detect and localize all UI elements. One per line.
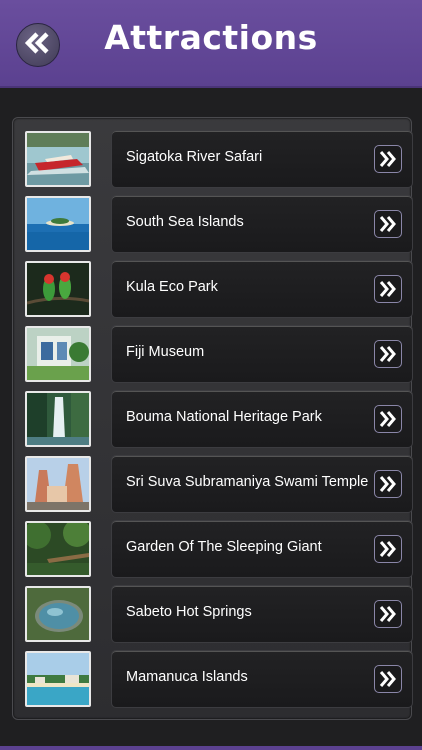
list-item[interactable]: Sabeto Hot Springs	[25, 585, 413, 643]
attraction-button[interactable]: Bouma National Heritage Park	[111, 390, 413, 448]
double-chevron-right-icon[interactable]	[374, 535, 402, 563]
attraction-button[interactable]: South Sea Islands	[111, 195, 413, 253]
double-chevron-right-icon[interactable]	[374, 470, 402, 498]
double-chevron-right-icon[interactable]	[374, 665, 402, 693]
thumbnail-parrots	[25, 261, 91, 317]
attraction-button[interactable]: Sigatoka River Safari	[111, 130, 413, 188]
attractions-list: Sigatoka River Safari South Sea Islands	[12, 117, 413, 720]
attraction-button[interactable]: Fiji Museum	[111, 325, 413, 383]
list-item[interactable]: Kula Eco Park	[25, 260, 413, 318]
bottom-accent-bar	[0, 746, 422, 750]
double-chevron-right-icon[interactable]	[374, 600, 402, 628]
list-item[interactable]: Fiji Museum	[25, 325, 413, 383]
double-chevron-right-icon[interactable]	[374, 275, 402, 303]
thumbnail-waterfall	[25, 391, 91, 447]
attraction-button[interactable]: Garden Of The Sleeping Giant	[111, 520, 413, 578]
list-item[interactable]: Sri Suva Subramaniya Swami Temple	[25, 455, 413, 513]
list-item[interactable]: Garden Of The Sleeping Giant	[25, 520, 413, 578]
attraction-button[interactable]: Sabeto Hot Springs	[111, 585, 413, 643]
attraction-button[interactable]: Kula Eco Park	[111, 260, 413, 318]
attraction-button[interactable]: Sri Suva Subramaniya Swami Temple	[111, 455, 413, 513]
double-chevron-right-icon[interactable]	[374, 340, 402, 368]
attraction-button[interactable]: Mamanuca Islands	[111, 650, 413, 708]
page-title: Attractions	[104, 18, 318, 57]
thumbnail-garden	[25, 521, 91, 577]
header-bar: Attractions	[0, 0, 422, 88]
thumbnail-temple	[25, 456, 91, 512]
thumbnail-hot-spring	[25, 586, 91, 642]
list-item[interactable]: South Sea Islands	[25, 195, 413, 253]
double-chevron-right-icon[interactable]	[374, 210, 402, 238]
list-item[interactable]: Mamanuca Islands	[25, 650, 413, 708]
double-chevron-right-icon[interactable]	[374, 405, 402, 433]
thumbnail-museum	[25, 326, 91, 382]
thumbnail-jet-boat	[25, 131, 91, 187]
list-item[interactable]: Bouma National Heritage Park	[25, 390, 413, 448]
thumbnail-island	[25, 196, 91, 252]
list-item[interactable]: Sigatoka River Safari	[25, 130, 413, 188]
double-chevron-right-icon[interactable]	[374, 145, 402, 173]
thumbnail-resort-beach	[25, 651, 91, 707]
